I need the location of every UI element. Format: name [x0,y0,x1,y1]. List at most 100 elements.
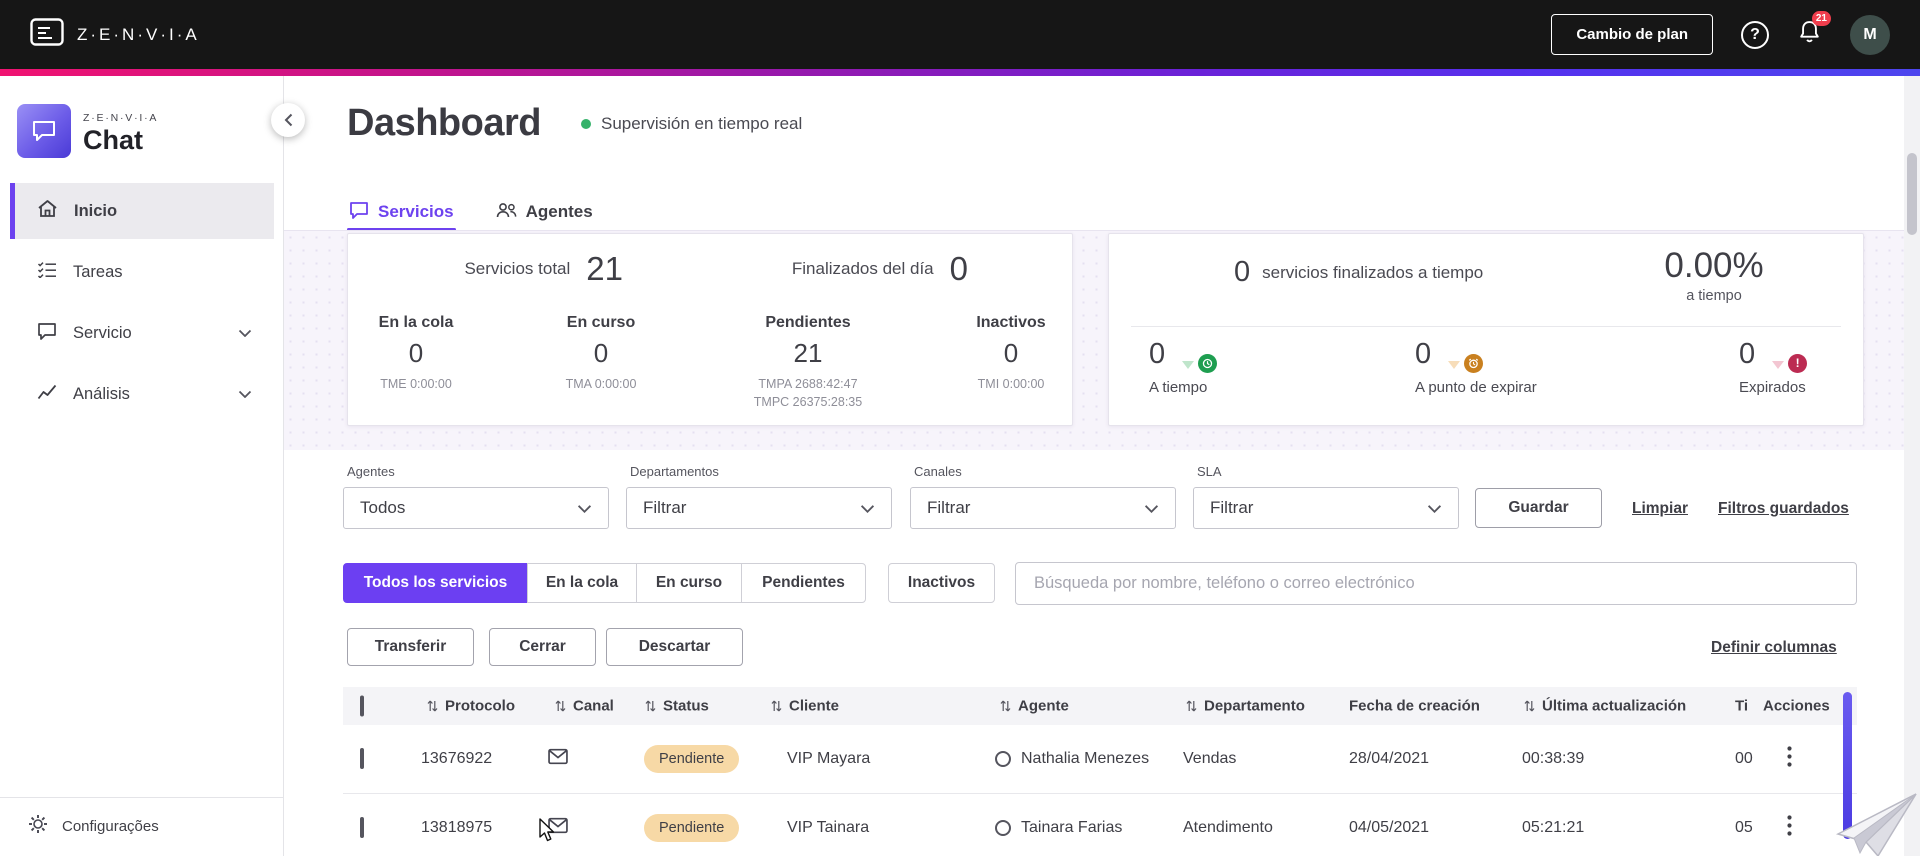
cell-department: Vendas [1183,750,1237,767]
tab-en-curso[interactable]: En curso [636,563,742,603]
transfer-button[interactable]: Transferir [347,628,474,666]
people-icon [496,202,517,223]
col-header-status[interactable]: Status [645,698,709,715]
cell-updated: 00:38:39 [1522,750,1585,767]
finished-on-time-value: 0 [1234,256,1251,288]
sidebar-collapse-button[interactable] [271,103,305,137]
sort-icon [1000,700,1011,712]
expired-bubble-alert-icon: ! [1767,339,1808,373]
chat-bubble-icon [349,201,369,224]
discard-button[interactable]: Descartar [606,628,743,666]
close-button[interactable]: Cerrar [489,628,596,666]
cell-department: Atendimento [1183,819,1273,836]
change-plan-button[interactable]: Cambio de plan [1551,14,1713,55]
user-avatar[interactable]: M [1850,14,1890,55]
agents-filter-label: Agentes [347,464,395,479]
sort-icon [427,700,438,712]
col-header-departamento[interactable]: Departamento [1186,698,1305,715]
chevron-down-icon [238,390,252,398]
sidebar-item-servicio[interactable]: Servicio [10,305,274,361]
cell-time: 00 [1735,750,1753,767]
sla-label: A tiempo [1149,379,1208,396]
help-icon[interactable]: ? [1741,20,1769,49]
question-glyph: ? [1750,25,1760,43]
channels-filter-select[interactable]: Filtrar [910,487,1176,529]
stat-label: En la cola [378,314,454,331]
chevron-down-icon [238,329,252,337]
stat-column-pendientes: Pendientes 21 TMPA 2688:42:47 TMPC 26375… [754,314,862,411]
stat-column-en-la-cola: En la cola 0 TME 0:00:00 [379,314,454,393]
col-header-agente[interactable]: Agente [1000,698,1069,715]
tab-agentes[interactable]: Agentes [494,194,595,230]
search-input[interactable] [1015,562,1857,605]
cell-agent: Nathalia Menezes [995,750,1149,768]
brand-text: Z·E·N·V·I·A [77,24,200,44]
col-header-protocolo[interactable]: Protocolo [427,698,515,715]
tab-pendientes[interactable]: Pendientes [741,563,866,603]
col-header-ultima-actualizacion[interactable]: Última actualización [1524,698,1686,715]
stat-value: 0 [593,338,609,368]
table-row[interactable]: 13818975 Pendiente VIP Tainara Tainara F… [343,794,1857,856]
save-filters-button[interactable]: Guardar [1475,488,1602,528]
select-all-checkbox[interactable] [360,695,364,717]
departments-filter-select[interactable]: Filtrar [626,487,892,529]
on-time-percent: 0.00% a tiempo [1649,246,1779,304]
sidebar-item-tareas[interactable]: Tareas [10,244,274,300]
sort-icon [555,700,566,712]
services-total-value: 21 [586,250,623,287]
service-status-tabs: Todos los servicios En la cola En curso … [343,563,866,603]
col-header-label: Agente [1018,697,1069,715]
page-scrollbar-thumb[interactable] [1907,153,1917,235]
col-header-label: Fecha de creación [1349,697,1480,715]
sidebar-item-label: Inicio [74,201,118,220]
chart-icon [37,383,57,405]
finished-today-value: 0 [949,250,968,287]
row-checkbox[interactable] [360,817,364,838]
sidebar-item-inicio[interactable]: Inicio [10,183,274,239]
col-header-label: Protocolo [445,697,515,715]
sidebar-item-label: Análisis [73,384,130,403]
percent-value: 0.00% [1664,246,1764,285]
table-row[interactable]: 13676922 Pendiente VIP Mayara Nathalia M… [343,725,1857,794]
col-header-tiempo[interactable]: Ti [1735,698,1748,715]
zenvia-logo: Z·E·N·V·I·A [30,18,200,51]
stat-sub-line: TMPA 2688:42:47 [758,377,858,391]
col-header-label: Departamento [1204,697,1305,715]
clear-filters-link[interactable]: Limpiar [1632,500,1688,518]
stat-label: Inactivos [976,314,1046,331]
live-status: Supervisión en tiempo real [580,114,802,134]
tab-en-la-cola[interactable]: En la cola [527,563,637,603]
col-header-cliente[interactable]: Cliente [771,698,839,715]
stat-sub: TME 0:00:00 [380,377,452,391]
page-scrollbar[interactable] [1904,76,1920,856]
agents-filter-select[interactable]: Todos [343,487,609,529]
sla-filter-select[interactable]: Filtrar [1193,487,1459,529]
sort-icon [645,700,656,712]
tab-label: Servicios [378,202,454,221]
sort-icon [1186,700,1197,712]
col-header-fecha-creacion[interactable]: Fecha de creación [1349,698,1480,715]
saved-filters-link[interactable]: Filtros guardados [1718,500,1849,518]
zenvia-logo-icon [30,18,64,51]
tab-label: Agentes [525,202,593,221]
row-actions-kebab-icon[interactable] [1779,742,1800,776]
home-icon [37,199,58,223]
define-columns-link[interactable]: Definir columnas [1711,639,1837,657]
notifications-bell-icon[interactable]: 21 [1797,10,1831,51]
tab-servicios[interactable]: Servicios [347,194,456,231]
stat-label: Pendientes [765,314,851,331]
cell-agent: Tainara Farias [995,819,1122,837]
col-header-label: Acciones [1763,697,1830,715]
row-actions-kebab-icon[interactable] [1779,811,1800,845]
chevron-down-icon [1144,504,1159,513]
stat-sub: TMI 0:00:00 [977,377,1045,391]
tab-inactivos[interactable]: Inactivos [888,563,995,603]
status-badge: Pendiente [644,814,740,842]
col-header-canal[interactable]: Canal [555,698,614,715]
page-title: Dashboard [347,102,541,144]
sidebar-item-analisis[interactable]: Análisis [10,366,274,422]
product-brand-small: Z·E·N·V·I·A [83,112,159,124]
sidebar-item-configuracoes[interactable]: Configurações [10,804,274,848]
row-checkbox[interactable] [360,748,364,769]
tab-todos-los-servicios[interactable]: Todos los servicios [343,563,528,603]
